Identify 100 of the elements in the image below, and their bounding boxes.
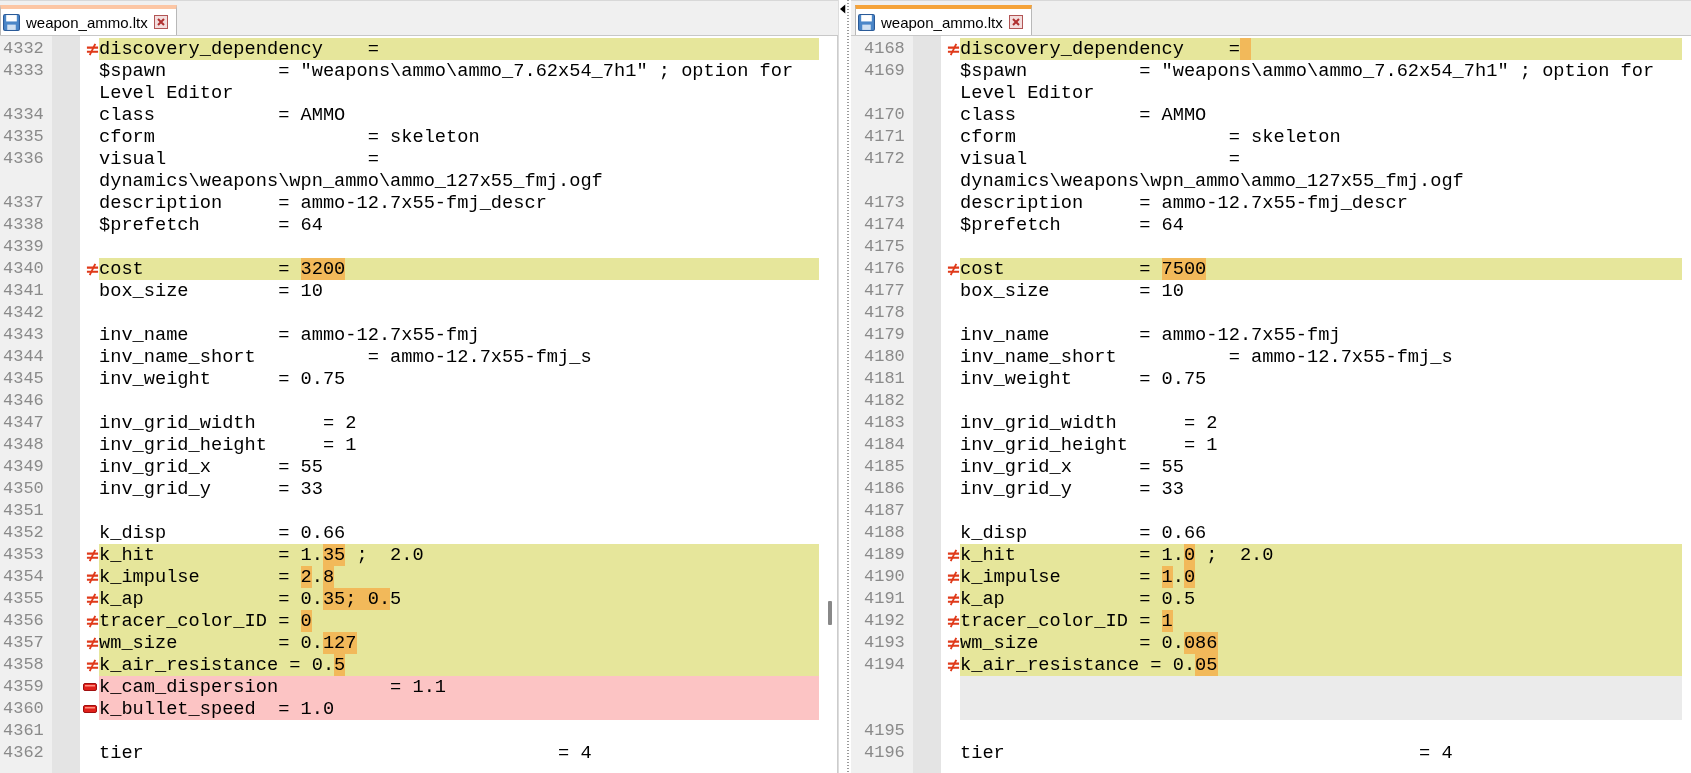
line-number: 4345 — [3, 369, 44, 388]
line-number: 4174 — [864, 215, 905, 234]
code-text: k_air_resistance = 0. — [960, 654, 1196, 676]
not-equal-icon — [86, 262, 99, 276]
code-text: k_disp = 0.66 — [99, 522, 346, 544]
file-tab[interactable]: weapon_ammo.ltx — [0, 5, 177, 35]
code-text: inv_name_short = ammo-12.7x55-fmj_s — [960, 346, 1453, 368]
code-text: inv_weight = 0.75 — [99, 368, 346, 390]
code-text: cost = — [99, 258, 291, 280]
code-text: box_size = 10 — [960, 280, 1184, 302]
line-number: 4196 — [864, 743, 905, 762]
line-number: 4172 — [864, 149, 905, 168]
code-text: visual = — [99, 148, 379, 170]
line-number: 4353 — [3, 545, 44, 564]
line-number: 4182 — [864, 391, 905, 410]
code-text: inv_grid_width = 2 — [99, 412, 357, 434]
close-icon[interactable] — [153, 15, 168, 29]
scrollbar-thumb[interactable] — [828, 601, 832, 625]
file-tab[interactable]: weapon_ammo.ltx — [855, 5, 1032, 35]
changed-text: 7500 — [1161, 258, 1207, 280]
line-number: 4336 — [3, 149, 44, 168]
not-equal-icon — [947, 614, 960, 628]
line-number: 4338 — [3, 215, 44, 234]
code-text: description = ammo-12.7x55-fmj_descr — [99, 192, 547, 214]
changed-text: 8 — [322, 566, 335, 588]
code-text: cost = — [960, 258, 1152, 280]
not-equal-icon — [947, 42, 960, 56]
code-text: visual = — [960, 148, 1240, 170]
not-equal-icon — [947, 636, 960, 650]
code-text: discovery_dependency = — [99, 38, 379, 60]
line-number: 4184 — [864, 435, 905, 454]
code-text: k_ap = 0.5 — [960, 588, 1196, 610]
not-equal-icon — [947, 592, 960, 606]
code-text: inv_name = ammo-12.7x55-fmj — [99, 324, 480, 346]
line-number: 4195 — [864, 721, 905, 740]
line-number: 4347 — [3, 413, 44, 432]
code-text: tracer_color_ID = — [960, 610, 1152, 632]
line-number: 4176 — [864, 259, 905, 278]
line-number: 4181 — [864, 369, 905, 388]
line-number: 4169 — [864, 61, 905, 80]
line-number: 4175 — [864, 237, 905, 256]
line-number: 4335 — [3, 127, 44, 146]
line-number: 4173 — [864, 193, 905, 212]
line-number: 4344 — [3, 347, 44, 366]
line-number: 4333 — [3, 61, 44, 80]
code-text: inv_grid_height = 1 — [99, 434, 357, 456]
line-number: 4194 — [864, 655, 905, 674]
code-text: inv_name_short = ammo-12.7x55-fmj_s — [99, 346, 592, 368]
line-number: 4357 — [3, 633, 44, 652]
line-number: 4339 — [3, 237, 44, 256]
changed-text: 0 — [1183, 544, 1196, 566]
code-text: class = AMMO — [960, 104, 1207, 126]
changed-text: 0 — [300, 610, 312, 632]
line-number: 4332 — [3, 39, 44, 58]
code-text: k_bullet_speed = 1.0 — [99, 698, 335, 720]
line-number: 4337 — [3, 193, 44, 212]
line-number: 4361 — [3, 721, 44, 740]
code-text: description = ammo-12.7x55-fmj_descr — [960, 192, 1408, 214]
changed-text: 0 — [1183, 566, 1196, 588]
line-number: 4179 — [864, 325, 905, 344]
not-equal-icon — [86, 658, 99, 672]
line-number: 4358 — [3, 655, 44, 674]
line-number: 4187 — [864, 501, 905, 520]
line-number: 4342 — [3, 303, 44, 322]
code-text: inv_weight = 0.75 — [960, 368, 1207, 390]
changed-text: 2 — [300, 566, 312, 588]
code-text: . — [311, 566, 323, 588]
line-number: 4356 — [3, 611, 44, 630]
changed-text: 1 — [1161, 610, 1173, 632]
not-equal-icon — [947, 262, 960, 276]
code-text: Level Editor — [99, 82, 234, 104]
code-text: k_impulse = — [960, 566, 1152, 588]
not-equal-icon — [947, 570, 960, 584]
code-text: k_cam_dispersion = 1.1 — [99, 676, 447, 698]
not-equal-icon — [947, 548, 960, 562]
line-number: 4193 — [864, 633, 905, 652]
line-number: 4354 — [3, 567, 44, 586]
not-equal-icon — [86, 592, 99, 606]
code-text: inv_grid_y = 33 — [99, 478, 323, 500]
changed-text: 086 — [1183, 632, 1218, 654]
changed-text: 05 — [1195, 654, 1218, 676]
line-number: 4349 — [3, 457, 44, 476]
changed-text: 3200 — [300, 258, 346, 280]
line-number: 4351 — [3, 501, 44, 520]
not-equal-icon — [86, 636, 99, 650]
close-icon[interactable] — [1008, 15, 1023, 29]
code-text: discovery_dependency = — [960, 38, 1240, 60]
code-text: inv_grid_x = 55 — [99, 456, 323, 478]
code-text: dynamics\weapons\wpn_ammo\ammo_127x55_fmj.ogf — [960, 170, 1464, 192]
code-text: inv_name = ammo-12.7x55-fmj — [960, 324, 1341, 346]
line-number: 4348 — [3, 435, 44, 454]
code-text: k_disp = 0.66 — [960, 522, 1207, 544]
code-text: $spawn = "weapons\ammo\ammo_7.62x54_7h1" ; option for — [960, 60, 1655, 82]
changed-text: 1 — [1161, 566, 1173, 588]
line-number: 4180 — [864, 347, 905, 366]
code-text: cform = skeleton — [99, 126, 480, 148]
line-number: 4171 — [864, 127, 905, 146]
collapse-arrow-icon[interactable] — [840, 4, 846, 14]
line-number: 4352 — [3, 523, 44, 542]
line-number: 4355 — [3, 589, 44, 608]
